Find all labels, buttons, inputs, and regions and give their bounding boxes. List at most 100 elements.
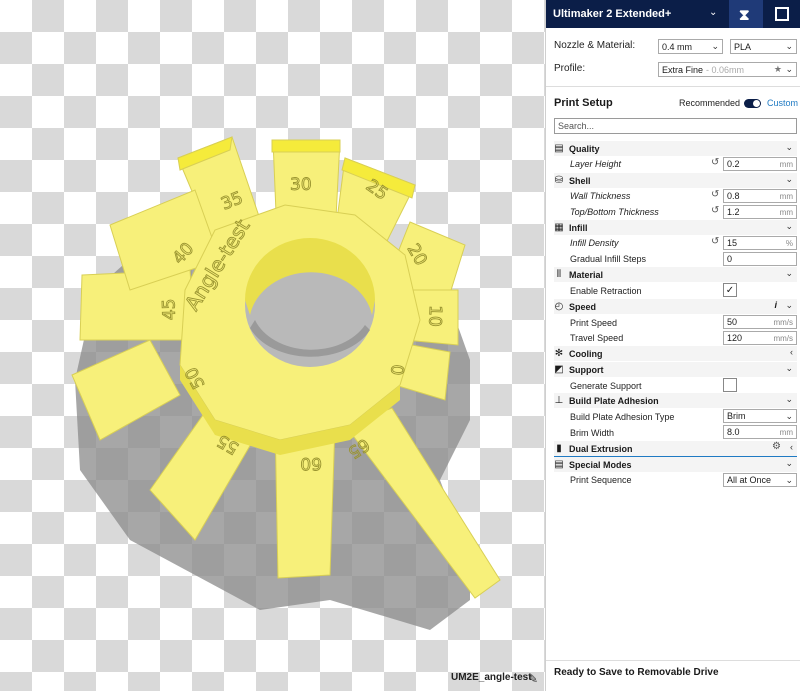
- nozzle-material-label: Nozzle & Material:: [554, 40, 636, 51]
- infill-density-field[interactable]: 15%: [723, 236, 797, 250]
- recommended-mode[interactable]: Recommended: [679, 98, 740, 108]
- print-speed-field[interactable]: 50 mm/s: [723, 315, 797, 329]
- profile-row: Profile:: [554, 63, 585, 74]
- category-material-label: Material: [569, 269, 604, 280]
- angle-0: 0: [386, 364, 407, 377]
- gear-icon[interactable]: ⚙: [772, 441, 781, 452]
- chevron-down-icon: ⌄: [785, 64, 793, 74]
- chevron-down-icon: ⌄: [785, 474, 793, 485]
- top-bottom-field[interactable]: 1.2 mm: [723, 205, 797, 219]
- nozzle-dropdown[interactable]: 0.4 mm ⌄: [658, 39, 723, 54]
- custom-mode[interactable]: Custom: [767, 98, 798, 108]
- print-sequence-value: All at Once: [727, 475, 772, 485]
- divider: [546, 660, 800, 661]
- category-adhesion[interactable]: ⊥ Build Plate Adhesion ⌄: [554, 393, 797, 408]
- special-modes-icon: ▤: [554, 459, 564, 470]
- tab-prepare[interactable]: ⧗: [729, 0, 763, 28]
- chevron-down-icon: ⌄: [785, 363, 793, 373]
- wall-thickness-unit: mm: [779, 191, 793, 201]
- chevron-down-icon: ⌄: [785, 394, 793, 404]
- mode-toggle[interactable]: [744, 99, 761, 108]
- category-adhesion-label: Build Plate Adhesion: [569, 395, 659, 406]
- search-input[interactable]: Search...: [554, 118, 797, 134]
- category-quality[interactable]: ▤ Quality ⌄: [554, 141, 797, 156]
- print-sequence-dropdown[interactable]: All at Once ⌄: [723, 473, 797, 487]
- category-cooling[interactable]: ✻ Cooling ‹: [554, 346, 797, 361]
- brim-width-field[interactable]: 8.0 mm: [723, 425, 797, 439]
- travel-speed-unit: mm/s: [773, 333, 793, 343]
- chevron-down-icon: ⌄: [785, 142, 793, 152]
- tab-monitor[interactable]: [765, 0, 799, 28]
- info-icon[interactable]: i: [774, 300, 777, 310]
- category-special-label: Special Modes: [569, 459, 632, 470]
- reset-icon[interactable]: ↺: [711, 236, 719, 247]
- chevron-down-icon[interactable]: ⌄: [709, 7, 717, 18]
- reset-icon[interactable]: ↺: [711, 205, 719, 216]
- category-special-modes[interactable]: ▤ Special Modes ⌄: [554, 457, 797, 472]
- category-dual-label: Dual Extrusion: [569, 443, 633, 454]
- retraction-checkbox[interactable]: ✓: [723, 283, 737, 297]
- material-value: PLA: [734, 41, 752, 52]
- profile-sub: - 0.06mm: [706, 64, 745, 75]
- infill-density-value: 15: [727, 238, 738, 248]
- wall-thickness-field[interactable]: 0.8 mm: [723, 189, 797, 203]
- support-icon: ◩: [554, 364, 564, 375]
- chevron-down-icon: ⌄: [785, 174, 793, 184]
- divider: [546, 86, 800, 87]
- category-cooling-label: Cooling: [569, 348, 603, 359]
- chevron-left-icon: ‹: [790, 442, 793, 452]
- gradual-infill-label: Gradual Infill Steps: [570, 254, 647, 264]
- material-dropdown[interactable]: PLA ⌄: [730, 39, 797, 54]
- category-support[interactable]: ◩ Support ⌄: [554, 362, 797, 377]
- category-infill[interactable]: ▦ Infill ⌄: [554, 220, 797, 235]
- adhesion-type-value: Brim: [727, 411, 746, 421]
- nozzle-value: 0.4 mm: [662, 41, 693, 52]
- category-speed-label: Speed: [569, 301, 597, 312]
- brim-width-label: Brim Width: [570, 428, 615, 438]
- category-shell-label: Shell: [569, 175, 591, 186]
- category-material[interactable]: ⦀ Material ⌄: [554, 267, 797, 282]
- angle-30: 30: [290, 175, 312, 195]
- settings-panel: Ultimaker 2 Extended+ ⌄ ⧗ Nozzle & Mater…: [545, 0, 800, 691]
- layer-height-field[interactable]: 0.2 mm: [723, 157, 797, 171]
- top-bottom-label: Top/Bottom Thickness: [570, 207, 659, 217]
- monitor-icon: [775, 7, 789, 21]
- infill-icon: ▦: [554, 222, 564, 233]
- reset-icon[interactable]: ↺: [711, 189, 719, 200]
- top-bottom-value: 1.2: [727, 207, 740, 217]
- hourglass-icon: ⧗: [739, 7, 750, 24]
- object-name: UM2E_angle-test: [451, 672, 532, 683]
- machine-selector[interactable]: Ultimaker 2 Extended+: [553, 8, 671, 20]
- gradual-infill-value: 0: [727, 254, 733, 264]
- chevron-down-icon: ⌄: [785, 221, 793, 231]
- adhesion-type-dropdown[interactable]: Brim ⌄: [723, 409, 797, 423]
- pencil-icon[interactable]: ✎: [528, 672, 538, 686]
- category-infill-label: Infill: [569, 222, 588, 233]
- gradual-infill-field[interactable]: 0: [723, 252, 797, 266]
- category-shell[interactable]: ⛁ Shell ⌄: [554, 173, 797, 188]
- machine-header: Ultimaker 2 Extended+ ⌄ ⧗: [546, 0, 800, 28]
- layer-height-label: Layer Height: [570, 159, 622, 169]
- print-speed-value: 50: [727, 317, 738, 327]
- category-dual-extrusion[interactable]: ▮ Dual Extrusion ⚙ ‹: [554, 441, 797, 457]
- travel-speed-field[interactable]: 120 mm/s: [723, 331, 797, 345]
- material-icon: ⦀: [556, 269, 562, 280]
- retraction-label: Enable Retraction: [570, 286, 642, 296]
- category-speed[interactable]: ◴ Speed i ⌄: [554, 299, 797, 314]
- adhesion-type-label: Build Plate Adhesion Type: [570, 412, 675, 422]
- star-icon[interactable]: ★: [774, 64, 782, 75]
- wall-thickness-label: Wall Thickness: [570, 191, 631, 201]
- fan-icon: ✻: [554, 348, 564, 359]
- print-setup-title: Print Setup: [554, 97, 613, 109]
- category-support-label: Support: [569, 364, 604, 375]
- speed-icon: ◴: [554, 301, 564, 312]
- profile-value: Extra Fine: [662, 64, 704, 75]
- 3d-viewport[interactable]: Angle-test 0 10 20 25 30 35 40 45 50 55 …: [0, 0, 545, 691]
- brim-width-value: 8.0: [727, 427, 740, 437]
- profile-dropdown[interactable]: Extra Fine - 0.06mm ★ ⌄: [658, 62, 797, 77]
- generate-support-checkbox[interactable]: [723, 378, 737, 392]
- top-bottom-unit: mm: [779, 207, 793, 217]
- reset-icon[interactable]: ↺: [711, 157, 719, 168]
- wall-thickness-value: 0.8: [727, 191, 740, 201]
- brim-width-unit: mm: [779, 427, 793, 437]
